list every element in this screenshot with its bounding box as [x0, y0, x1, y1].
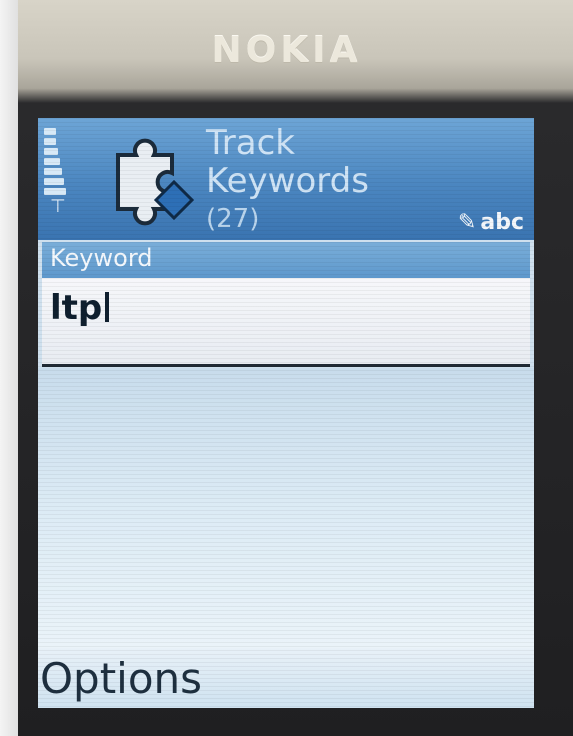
- app-header: ⊤ Track Keywords (27) ✎ abc: [38, 118, 534, 240]
- keyword-count: (27): [206, 204, 260, 234]
- keyword-value: ltp: [50, 288, 103, 328]
- title-line-2: Keywords: [206, 161, 369, 201]
- keyword-input[interactable]: ltp: [42, 278, 530, 367]
- photo-edge: [0, 0, 18, 736]
- content-area: [38, 368, 534, 648]
- keyword-field-text: ltp: [50, 288, 110, 328]
- phone-screen: ⊤ Track Keywords (27) ✎ abc Keyword ltp O…: [38, 118, 534, 708]
- input-mode-indicator: ✎ abc: [458, 210, 524, 235]
- pen-input-icon: ✎: [457, 210, 477, 235]
- options-softkey[interactable]: Options: [40, 654, 202, 703]
- input-mode-label: abc: [480, 210, 524, 235]
- text-cursor: [105, 292, 110, 322]
- antenna-icon: ⊤: [50, 196, 66, 217]
- keyword-label: Keyword: [50, 244, 153, 272]
- title-line-1: Track: [206, 123, 295, 163]
- app-title: Track Keywords (27): [206, 124, 369, 238]
- puzzle-piece-icon: [116, 138, 195, 226]
- softkey-bar: Options: [38, 648, 534, 708]
- field-label-row: Keyword: [42, 242, 530, 278]
- brand-logo: NOKIA: [211, 30, 362, 71]
